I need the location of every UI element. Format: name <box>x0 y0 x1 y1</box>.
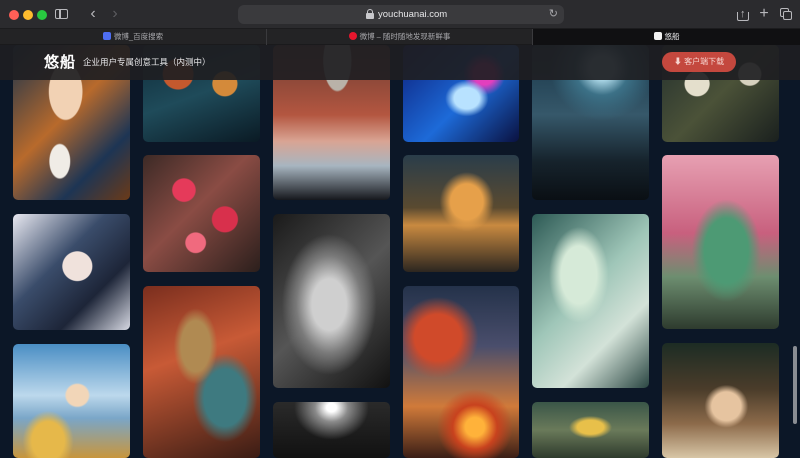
tab-overview-icon[interactable] <box>778 6 792 22</box>
tab-label: 微博_百度搜索 <box>113 32 164 41</box>
gallery-image-golden-pagoda[interactable] <box>532 402 649 458</box>
youchuan-icon <box>653 32 662 40</box>
gallery-image-marble-woman[interactable] <box>532 214 649 388</box>
tab-baidu-search[interactable]: 微博_百度搜索 <box>0 29 267 45</box>
site-header: 悠船 企业用户专属创意工具（内测中） ⬇ 客户端下载 <box>0 45 800 80</box>
gallery-image-anime-boy-portrait[interactable] <box>13 214 130 330</box>
site-tagline: 企业用户专属创意工具（内测中） <box>83 57 211 67</box>
gallery-image-woman-with-mask[interactable] <box>143 286 260 458</box>
lock-icon <box>366 9 374 19</box>
baidu-paw-icon <box>102 32 111 40</box>
close-window-button[interactable] <box>9 10 19 20</box>
weibo-icon <box>348 32 357 40</box>
reload-icon[interactable]: ↻ <box>549 7 558 21</box>
page-content: 悠船 企业用户专属创意工具（内测中） ⬇ 客户端下载 <box>0 45 800 458</box>
site-logo[interactable]: 悠船 <box>44 53 76 72</box>
share-icon[interactable]: ↑ <box>736 6 750 22</box>
url-text: youchuanai.com <box>378 9 448 20</box>
browser-toolbar: ‹ › youchuanai.com ↻ ↑ + <box>0 0 800 29</box>
tab-weibo[interactable]: 微博 – 随时随地发现新鲜事 <box>267 29 533 45</box>
gallery-image-futuristic-building[interactable] <box>403 155 519 272</box>
tab-label: 微博 – 随时随地发现新鲜事 <box>359 32 451 41</box>
gallery-image-light-corridor[interactable] <box>273 402 390 458</box>
page-scrollbar[interactable] <box>792 80 798 458</box>
chevron-right-icon[interactable]: › <box>108 6 122 22</box>
gallery-image-autumn-scene[interactable] <box>403 286 519 458</box>
tab-youchuan[interactable]: 悠船 <box>533 29 800 45</box>
plus-icon[interactable]: + <box>757 6 771 22</box>
tab-label: 悠船 <box>664 32 680 41</box>
sidebar-icon[interactable] <box>54 6 70 22</box>
scrollbar-thumb[interactable] <box>793 346 797 424</box>
tab-bar: 微博_百度搜索 微博 – 随时随地发现新鲜事 悠船 <box>0 29 800 45</box>
gallery-image-green-elephant[interactable] <box>662 155 779 329</box>
browser-window: ‹ › youchuanai.com ↻ ↑ + 微博_百度搜索 微博 – 随时… <box>0 0 800 458</box>
gallery-image-bw-portrait[interactable] <box>273 214 390 388</box>
zoom-window-button[interactable] <box>37 10 47 20</box>
minimize-window-button[interactable] <box>23 10 33 20</box>
gallery-image-plum-blossoms[interactable] <box>143 155 260 272</box>
gallery-image-girl-with-birds-sky[interactable] <box>13 344 130 458</box>
gallery-image-kungfu-cat[interactable] <box>662 343 779 458</box>
download-client-button[interactable]: ⬇ 客户端下载 <box>662 52 736 72</box>
address-bar[interactable]: youchuanai.com ↻ <box>238 5 564 24</box>
chevron-left-icon[interactable]: ‹ <box>86 6 100 22</box>
